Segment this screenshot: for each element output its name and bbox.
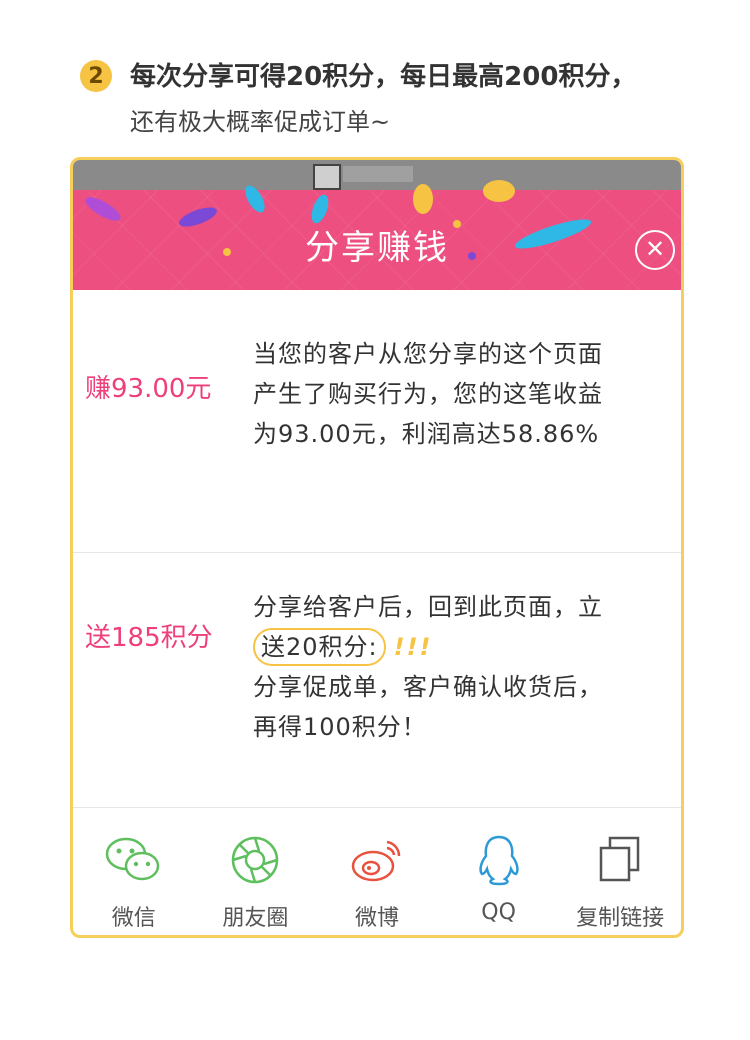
share-wechat-button[interactable]: 微信 bbox=[73, 808, 195, 935]
close-icon[interactable]: ✕ bbox=[635, 230, 675, 270]
weibo-icon bbox=[351, 840, 401, 882]
share-label: 微博 bbox=[354, 906, 399, 931]
share-label: 微信 bbox=[111, 906, 156, 931]
earnings-label: 赚93.00元 bbox=[85, 374, 212, 404]
wechat-icon bbox=[105, 837, 160, 881]
share-weibo-button[interactable]: 微博 bbox=[316, 808, 438, 935]
share-moments-button[interactable]: 朋友圈 bbox=[195, 808, 317, 935]
qq-icon bbox=[478, 835, 519, 886]
moments-icon bbox=[232, 836, 279, 884]
step-text-line1: 每次分享可得20积分，每日最高200积分， bbox=[130, 62, 637, 92]
share-qq-button[interactable]: QQ bbox=[438, 808, 560, 935]
points-label: 送185积分 bbox=[85, 623, 213, 653]
share-label: 复制链接 bbox=[576, 906, 665, 931]
share-label: 朋友圈 bbox=[222, 906, 289, 931]
share-earn-modal: 分享赚钱 ✕ 赚93.00元 当您的客户从您分享的这个页面 产生了购买行为，您的… bbox=[70, 157, 684, 938]
step-number-badge: 2 bbox=[80, 60, 112, 92]
step-text-line2: 还有极大概率促成订单~ bbox=[130, 108, 391, 136]
exclamation-marks: !!! bbox=[393, 633, 433, 661]
background-text-block bbox=[343, 166, 413, 182]
copy-link-icon bbox=[599, 836, 640, 882]
confetti-decoration bbox=[483, 180, 515, 202]
confetti-decoration bbox=[413, 184, 433, 214]
earnings-description: 当您的客户从您分享的这个页面 产生了购买行为，您的这笔收益 为93.00元，利润… bbox=[253, 340, 603, 448]
modal-title: 分享赚钱 bbox=[305, 228, 449, 268]
points-description: 分享给客户后，回到此页面，立 送20积分:!!! 分享促成单，客户确认收货后， … bbox=[253, 593, 603, 741]
copy-link-button[interactable]: 复制链接 bbox=[559, 808, 681, 935]
share-label: QQ bbox=[481, 900, 516, 925]
points-row: 送185积分 分享给客户后，回到此页面，立 送20积分:!!! 分享促成单，客户… bbox=[73, 553, 681, 808]
qr-code-icon bbox=[313, 164, 341, 190]
background-page-strip bbox=[73, 160, 681, 190]
share-options-bar: 微信 朋友圈 微博 QQ 复制链接 bbox=[73, 808, 681, 935]
modal-header-banner: 分享赚钱 ✕ bbox=[73, 180, 681, 290]
earnings-row: 赚93.00元 当您的客户从您分享的这个页面 产生了购买行为，您的这笔收益 为9… bbox=[73, 290, 681, 553]
highlight-circle: 送20积分: bbox=[253, 628, 386, 666]
